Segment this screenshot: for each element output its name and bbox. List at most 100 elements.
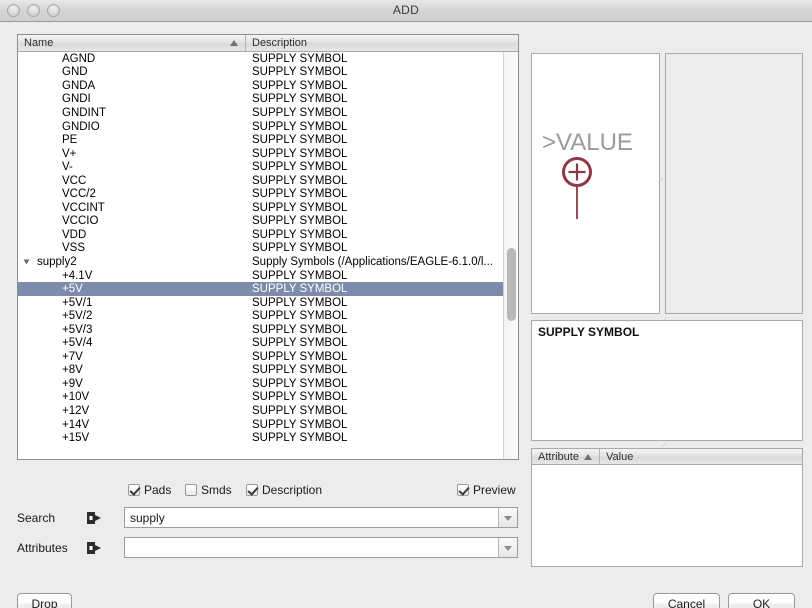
column-header-description[interactable]: Description — [246, 35, 518, 51]
row-name-cell: +4.1V — [18, 270, 246, 282]
table-row[interactable]: +5V/1 SUPPLY SYMBOL — [18, 296, 518, 310]
row-name-cell: VCCIO — [18, 215, 246, 227]
table-row[interactable]: GNDA SUPPLY SYMBOL — [18, 79, 518, 93]
table-row[interactable]: V+ SUPPLY SYMBOL — [18, 147, 518, 161]
table-row[interactable]: +15V SUPPLY SYMBOL — [18, 431, 518, 445]
row-name-label: +5V/3 — [62, 323, 93, 336]
row-description-cell: SUPPLY SYMBOL — [252, 215, 348, 228]
table-row[interactable]: GNDI SUPPLY SYMBOL — [18, 93, 518, 107]
row-description-cell: SUPPLY SYMBOL — [252, 377, 348, 390]
checkbox-smds-box[interactable] — [185, 484, 197, 496]
description-splitter-grip-bottom[interactable] — [661, 441, 668, 448]
column-header-name[interactable]: Name — [18, 35, 246, 51]
column-header-value[interactable]: Value — [600, 449, 802, 464]
row-name-cell: GNDA — [18, 80, 246, 92]
row-description-cell: SUPPLY SYMBOL — [252, 161, 348, 174]
checkbox-smds[interactable]: Smds — [185, 483, 232, 497]
checkbox-preview[interactable]: Preview — [457, 483, 516, 497]
list-vertical-scrollbar[interactable] — [503, 52, 518, 459]
row-description-cell: SUPPLY SYMBOL — [252, 323, 348, 336]
table-row[interactable]: +7V SUPPLY SYMBOL — [18, 350, 518, 364]
row-description-cell: SUPPLY SYMBOL — [252, 350, 348, 363]
row-name-label: +12V — [62, 404, 90, 417]
preview-splitter-grip[interactable] — [657, 177, 664, 184]
checkbox-pads-box[interactable] — [128, 484, 140, 496]
column-header-attribute[interactable]: Attribute — [532, 449, 600, 464]
disclosure-triangle-icon[interactable] — [23, 259, 30, 265]
table-row[interactable]: +4.1V SUPPLY SYMBOL — [18, 269, 518, 283]
search-input[interactable]: supply — [125, 511, 498, 525]
checkbox-description[interactable]: Description — [246, 483, 322, 497]
table-row[interactable]: +5V/4 SUPPLY SYMBOL — [18, 336, 518, 350]
row-description-cell: SUPPLY SYMBOL — [252, 391, 348, 404]
window-title: ADD — [392, 3, 420, 17]
attributes-combo[interactable] — [124, 537, 518, 558]
row-name-label: +10V — [62, 391, 90, 404]
row-name-label: V+ — [62, 147, 77, 160]
row-description-cell: SUPPLY SYMBOL — [252, 269, 348, 282]
table-row[interactable]: VCC/2 SUPPLY SYMBOL — [18, 187, 518, 201]
table-row[interactable]: VDD SUPPLY SYMBOL — [18, 228, 518, 242]
column-header-attribute-label: Attribute — [538, 450, 579, 463]
table-row[interactable]: +5V/2 SUPPLY SYMBOL — [18, 309, 518, 323]
attributes-table-header: Attribute Value — [532, 449, 802, 465]
table-row[interactable]: PE SUPPLY SYMBOL — [18, 133, 518, 147]
table-row[interactable]: +10V SUPPLY SYMBOL — [18, 391, 518, 405]
table-row[interactable]: +12V SUPPLY SYMBOL — [18, 404, 518, 418]
checkbox-description-box[interactable] — [246, 484, 258, 496]
table-row[interactable]: VCC SUPPLY SYMBOL — [18, 174, 518, 188]
row-description-cell: SUPPLY SYMBOL — [252, 242, 348, 255]
table-row[interactable]: +14V SUPPLY SYMBOL — [18, 418, 518, 432]
table-row[interactable]: V- SUPPLY SYMBOL — [18, 160, 518, 174]
dialog-content: Name Description AGND SUPPLY SYMBOL GND SUP… — [0, 22, 812, 608]
table-row[interactable]: +5V/3 SUPPLY SYMBOL — [18, 323, 518, 337]
table-row[interactable]: GND SUPPLY SYMBOL — [18, 66, 518, 80]
table-row[interactable]: VCCINT SUPPLY SYMBOL — [18, 201, 518, 215]
row-name-label: GND — [62, 66, 88, 79]
table-row[interactable]: AGND SUPPLY SYMBOL — [18, 52, 518, 66]
table-row[interactable]: +8V SUPPLY SYMBOL — [18, 364, 518, 378]
row-description-cell: SUPPLY SYMBOL — [252, 174, 348, 187]
row-name-label: +15V — [62, 432, 90, 445]
drop-button[interactable]: Drop — [17, 593, 72, 608]
table-row[interactable]: +5V SUPPLY SYMBOL — [18, 282, 518, 296]
attributes-run-arrow-icon[interactable] — [86, 541, 103, 555]
row-description-cell: SUPPLY SYMBOL — [252, 134, 348, 147]
row-description-cell: SUPPLY SYMBOL — [252, 188, 348, 201]
list-scrollbar-thumb[interactable] — [507, 248, 516, 321]
row-description-cell: SUPPLY SYMBOL — [252, 147, 348, 160]
row-name-cell: GND — [18, 66, 246, 78]
row-name-label: VCCIO — [62, 215, 99, 228]
table-row[interactable]: supply2 Supply Symbols (/Applications/EAG… — [18, 255, 518, 269]
row-name-label: AGND — [62, 52, 96, 65]
row-description-cell: SUPPLY SYMBOL — [252, 404, 348, 417]
row-name-cell: +15V — [18, 432, 246, 444]
search-dropdown-button[interactable] — [498, 508, 517, 527]
table-row[interactable]: VSS SUPPLY SYMBOL — [18, 242, 518, 256]
row-name-cell: +8V — [18, 364, 246, 376]
row-name-cell: +7V — [18, 351, 246, 363]
row-name-label: supply2 — [37, 255, 77, 268]
library-list-body[interactable]: AGND SUPPLY SYMBOL GND SUPPLY SYMBOL GNDA SUP… — [18, 52, 518, 459]
table-row[interactable]: GNDIO SUPPLY SYMBOL — [18, 120, 518, 134]
ok-button[interactable]: OK — [728, 593, 795, 608]
row-description-cell: SUPPLY SYMBOL — [252, 337, 348, 350]
table-row[interactable]: +9V SUPPLY SYMBOL — [18, 377, 518, 391]
table-row[interactable]: GNDINT SUPPLY SYMBOL — [18, 106, 518, 120]
checkbox-pads[interactable]: Pads — [128, 483, 171, 497]
row-description-cell: SUPPLY SYMBOL — [252, 93, 348, 106]
row-name-cell: +12V — [18, 405, 246, 417]
row-name-label: +5V — [62, 283, 83, 296]
search-combo[interactable]: supply — [124, 507, 518, 528]
row-name-cell: supply2 — [18, 256, 246, 268]
row-name-cell: VCC — [18, 175, 246, 187]
checkbox-preview-box[interactable] — [457, 484, 469, 496]
attributes-dropdown-button[interactable] — [498, 538, 517, 557]
symbol-artwork: >VALUE — [542, 130, 633, 228]
search-run-arrow-icon[interactable] — [86, 511, 103, 525]
cancel-button[interactable]: Cancel — [653, 593, 720, 608]
description-text: SUPPLY SYMBOL — [538, 325, 640, 339]
row-name-label: GNDIO — [62, 120, 100, 133]
table-row[interactable]: VCCIO SUPPLY SYMBOL — [18, 215, 518, 229]
row-description-cell: SUPPLY SYMBOL — [252, 52, 348, 65]
